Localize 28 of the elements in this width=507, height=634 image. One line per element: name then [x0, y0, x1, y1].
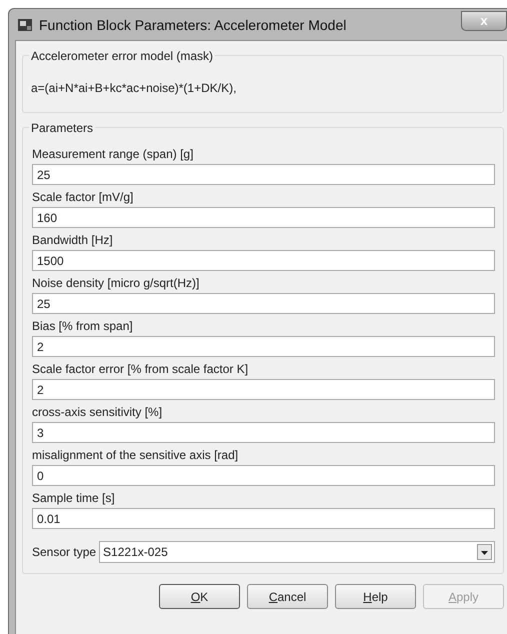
block-icon	[17, 16, 33, 32]
input-field[interactable]: 1500	[32, 250, 495, 271]
input-field[interactable]: 25	[32, 164, 495, 185]
field-label: cross-axis sensitivity [%]	[32, 405, 164, 419]
input-field[interactable]: 2	[32, 336, 495, 357]
group-title: Parameters	[29, 121, 96, 135]
field-label: misalignment of the sensitive axis [rad]	[32, 448, 240, 462]
formula-text: a=(ai+N*ai+B+kc*ac+noise)*(1+DK/K),	[31, 81, 238, 95]
input-field[interactable]: 25	[32, 293, 495, 314]
field-label: Scale factor error [% from scale factor K]	[32, 362, 250, 376]
field-label: Sample time [s]	[32, 491, 116, 505]
field-label: Scale factor [mV/g]	[32, 190, 134, 204]
dialog-button[interactable]: Cancel	[247, 584, 328, 609]
window-title: Function Block Parameters: Accelerometer Model	[39, 16, 346, 32]
group-title: Accelerometer error model (mask)	[29, 49, 216, 63]
sensor-dropdown[interactable]: S1221x-025	[99, 541, 495, 563]
dialog-button[interactable]: Help	[335, 584, 416, 609]
input-field[interactable]: 3	[32, 422, 495, 443]
dialog-button[interactable]: OK	[159, 584, 240, 609]
input-field[interactable]: 0.01	[32, 508, 495, 529]
field-label: Bias [% from span]	[32, 319, 134, 333]
input-field[interactable]: 0	[32, 465, 495, 486]
field-label: Noise density [micro g/sqrt(Hz)]	[32, 276, 200, 290]
input-field[interactable]: 160	[32, 207, 495, 228]
field-label: Measurement range (span) [g]	[32, 147, 194, 161]
field-label: Sensor type	[32, 545, 96, 559]
field-label: Bandwidth [Hz]	[32, 233, 114, 247]
input-field[interactable]: 2	[32, 379, 495, 400]
